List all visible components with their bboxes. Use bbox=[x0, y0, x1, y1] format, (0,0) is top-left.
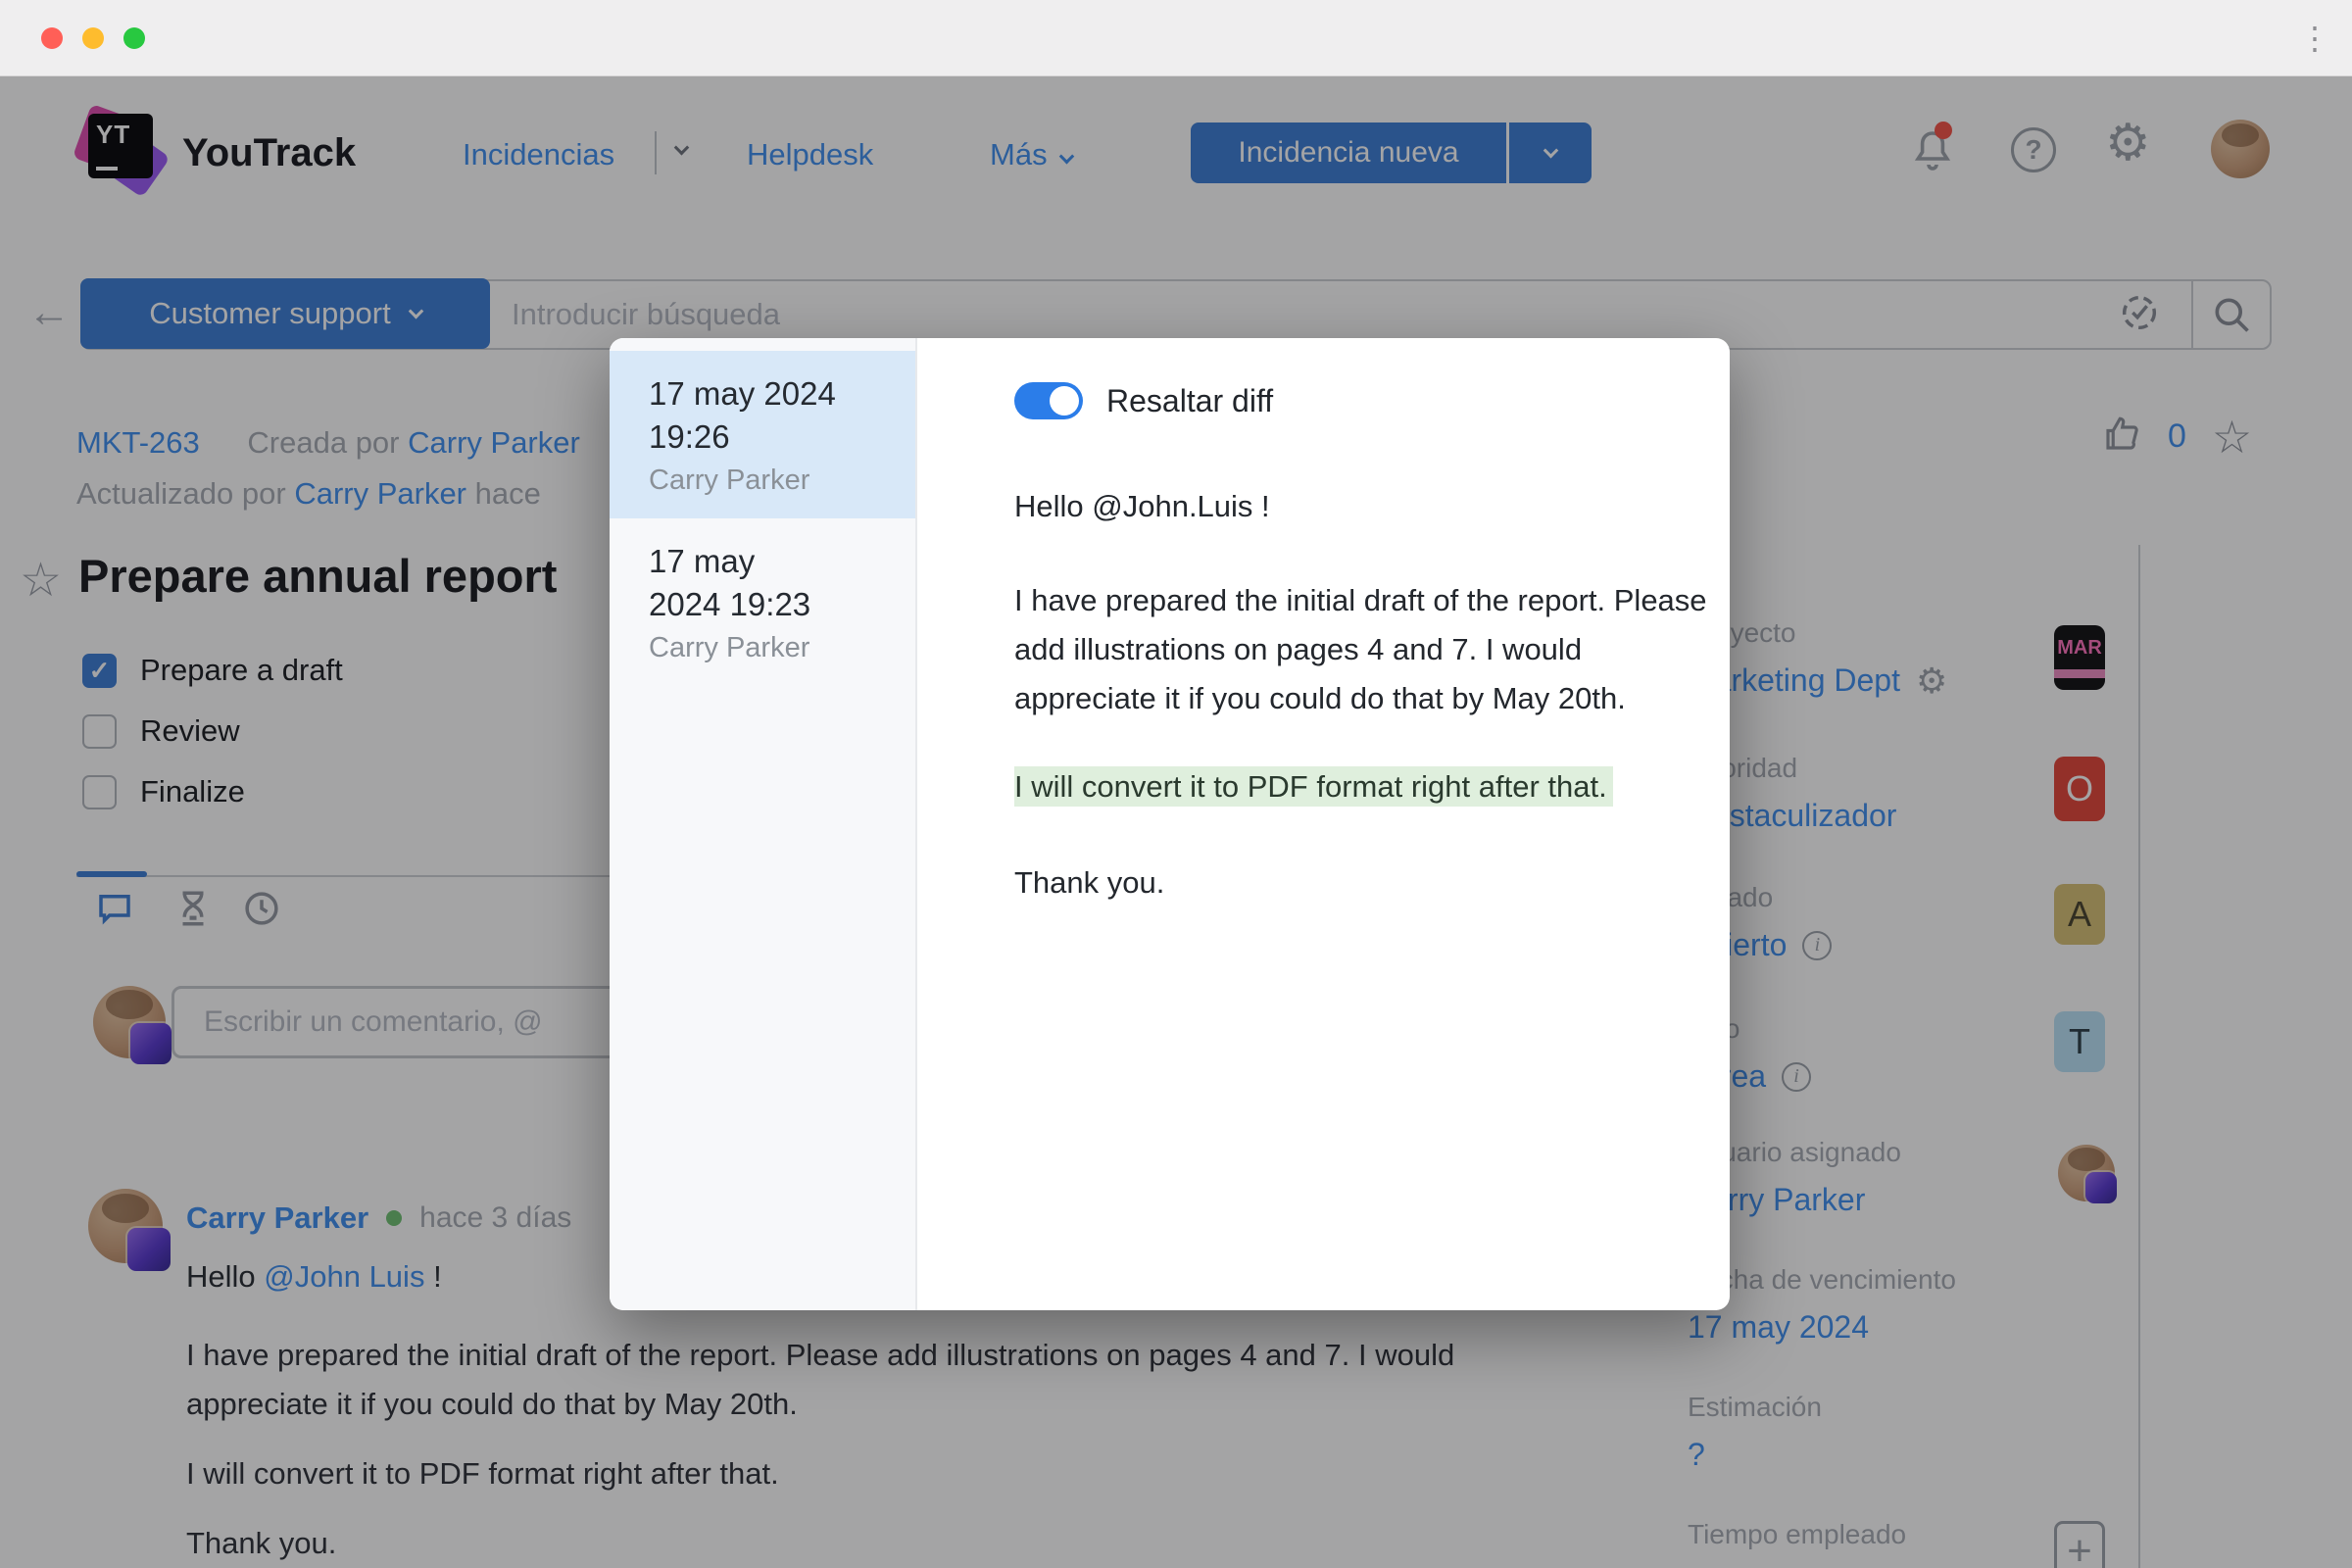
youtrack-window: ⋮ YT YouTrack Incidencias Helpdesk Más I… bbox=[0, 0, 2352, 1568]
diff-added-text: I will convert it to PDF format right af… bbox=[1014, 762, 1730, 811]
version-closing: Thank you. bbox=[1014, 858, 1730, 907]
minimize-window-button[interactable] bbox=[82, 27, 104, 49]
comment-history-dialog: 17 may 202419:26 Carry Parker 17 may2024… bbox=[610, 338, 1730, 1310]
version-greeting: Hello @John.Luis ! bbox=[1014, 482, 1730, 531]
zoom-window-button[interactable] bbox=[123, 27, 145, 49]
highlight-diff-label: Resaltar diff bbox=[1106, 383, 1273, 419]
version-item-selected[interactable]: 17 may 202419:26 Carry Parker bbox=[610, 351, 915, 518]
browser-overflow-menu-icon[interactable]: ⋮ bbox=[2299, 22, 2330, 55]
macos-titlebar: ⋮ bbox=[0, 0, 2352, 76]
version-paragraph: I have prepared the initial draft of the… bbox=[1014, 576, 1730, 723]
version-preview: Resaltar diff Hello @John.Luis ! I have … bbox=[917, 338, 1730, 1310]
version-list: 17 may 202419:26 Carry Parker 17 may2024… bbox=[610, 338, 917, 1310]
version-item[interactable]: 17 may2024 19:23 Carry Parker bbox=[610, 518, 915, 686]
close-window-button[interactable] bbox=[41, 27, 63, 49]
version-text: Hello @John.Luis ! I have prepared the i… bbox=[1014, 482, 1730, 907]
highlight-diff-toggle[interactable] bbox=[1014, 382, 1083, 419]
